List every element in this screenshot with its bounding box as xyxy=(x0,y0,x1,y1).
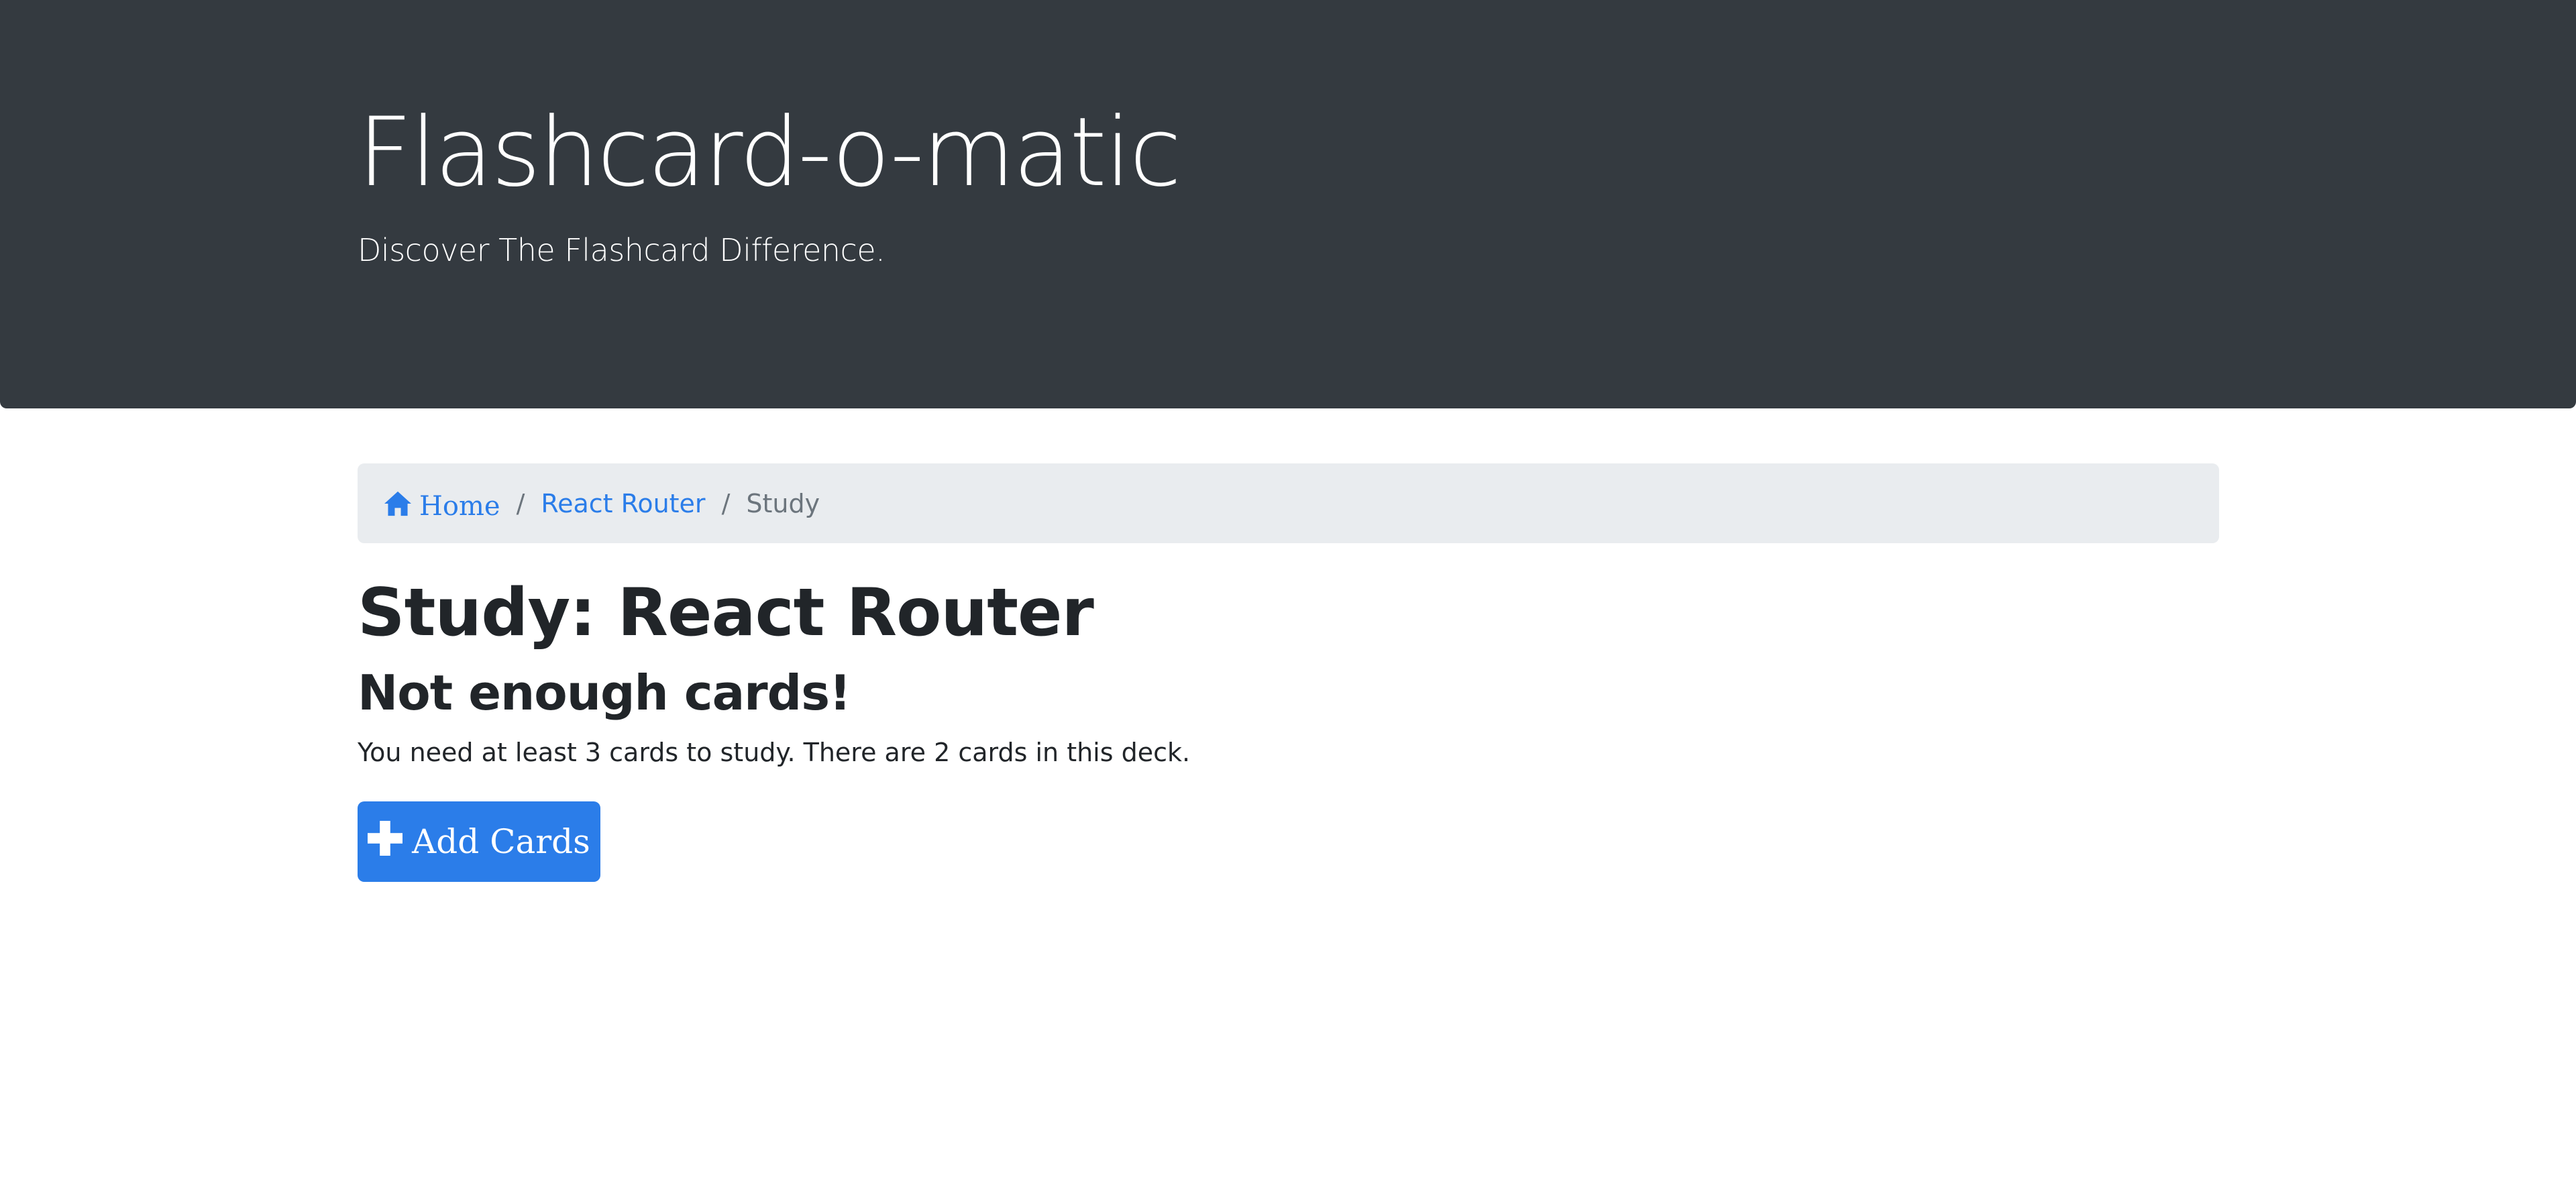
breadcrumb-deck-link[interactable]: React Router xyxy=(541,489,705,518)
add-cards-button[interactable]: Add Cards xyxy=(358,801,600,882)
breadcrumb-separator: / xyxy=(721,488,731,518)
add-cards-label: Add Cards xyxy=(412,822,590,861)
app-title: Flashcard-o-matic xyxy=(358,97,1181,208)
breadcrumb: Home / React Router / Study xyxy=(358,463,2219,543)
house-icon xyxy=(384,491,411,516)
page-title: Study: React Router xyxy=(358,575,1094,651)
not-enough-cards-message: You need at least 3 cards to study. Ther… xyxy=(358,738,1191,767)
app-tagline: Discover The Flashcard Difference. xyxy=(358,232,885,268)
breadcrumb-home-label: Home xyxy=(419,490,500,522)
header-jumbotron: Flashcard-o-matic Discover The Flashcard… xyxy=(0,0,2576,408)
breadcrumb-home-link[interactable]: Home xyxy=(383,491,500,522)
breadcrumb-separator: / xyxy=(516,488,525,518)
breadcrumb-current: Study xyxy=(746,488,820,518)
plus-icon xyxy=(368,821,403,856)
not-enough-cards-heading: Not enough cards! xyxy=(358,665,851,721)
